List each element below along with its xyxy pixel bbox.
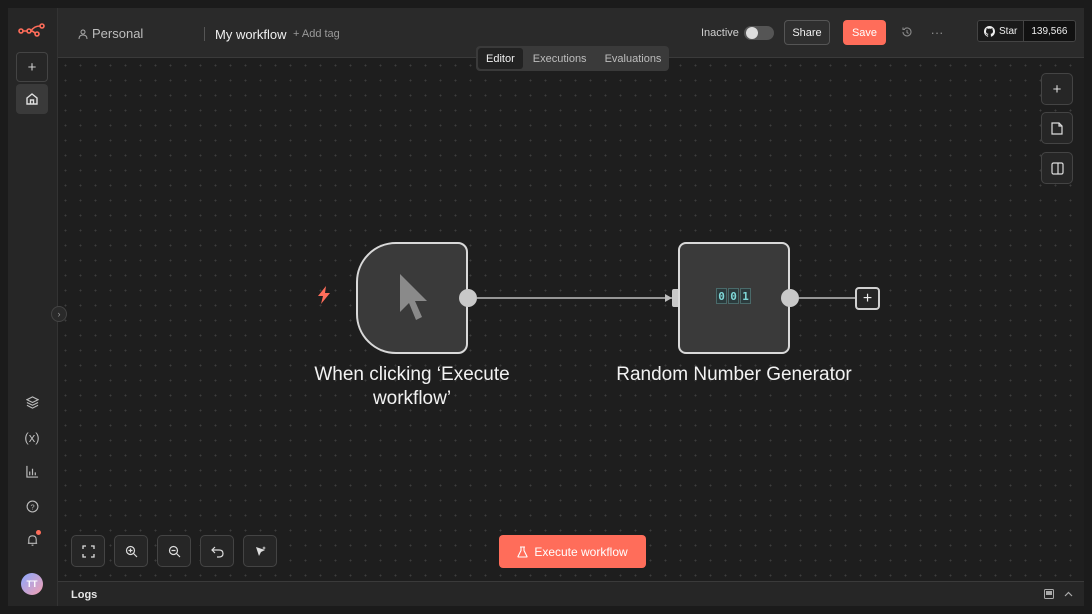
digit: 1: [740, 288, 751, 304]
add-tag-button[interactable]: + Add tag: [293, 28, 340, 40]
zoom-out-icon[interactable]: [157, 535, 191, 567]
github-star-label: Star: [999, 25, 1018, 37]
fit-view-icon[interactable]: [71, 535, 105, 567]
save-button[interactable]: Save: [843, 20, 886, 45]
notifications-icon[interactable]: [22, 530, 42, 550]
digit: 0: [716, 288, 727, 304]
flask-icon: [517, 545, 528, 558]
divider: [204, 27, 205, 41]
undo-icon[interactable]: [200, 535, 234, 567]
connection-lines: [477, 294, 855, 302]
active-toggle[interactable]: [744, 26, 774, 40]
insights-icon[interactable]: [22, 461, 42, 481]
share-button[interactable]: Share: [784, 20, 830, 45]
n8n-logo-icon[interactable]: [18, 22, 46, 38]
logs-panel[interactable]: Logs: [58, 581, 1084, 606]
help-icon[interactable]: ?: [22, 496, 42, 516]
pop-out-icon[interactable]: [1043, 588, 1055, 600]
variables-icon[interactable]: (x): [22, 427, 42, 447]
view-tabs: Editor Executions Evaluations: [476, 46, 669, 71]
notification-dot: [36, 530, 41, 535]
trigger-bolt-icon: [315, 285, 333, 311]
project-name: Personal: [92, 26, 144, 41]
tab-editor[interactable]: Editor: [478, 48, 523, 69]
status-label: Inactive: [701, 27, 739, 39]
left-sidebar: + (x) ? TT: [8, 8, 58, 606]
github-star-count: 139,566: [1023, 21, 1075, 41]
avatar[interactable]: TT: [21, 573, 43, 595]
github-star-widget[interactable]: Star 139,566: [977, 20, 1076, 42]
tab-evaluations[interactable]: Evaluations: [597, 48, 670, 69]
github-icon: [984, 25, 995, 37]
logs-label: Logs: [71, 589, 98, 601]
workflow-name[interactable]: My workflow: [215, 27, 287, 42]
add-icon[interactable]: +: [16, 52, 48, 82]
add-next-node-icon[interactable]: +: [855, 287, 880, 310]
zoom-in-icon[interactable]: [114, 535, 148, 567]
trigger-node-label: When clicking ‘Execute workflow’: [314, 364, 510, 409]
cursor-icon: [400, 274, 427, 320]
rng-output-port[interactable]: [781, 289, 799, 307]
random-number-generator-node[interactable]: 0 0 1: [678, 242, 790, 354]
more-options-icon[interactable]: ···: [928, 23, 946, 41]
trigger-output-port[interactable]: [459, 289, 477, 307]
rng-node-label: Random Number Generator: [616, 364, 852, 385]
workflow-canvas[interactable]: + When clicking ‘Execute workflow’ 0 0 1…: [58, 58, 1084, 581]
svg-text:?: ?: [30, 502, 34, 511]
execute-workflow-label: Execute workflow: [534, 544, 628, 559]
sidebar-collapse-icon[interactable]: ›: [51, 306, 67, 322]
history-icon[interactable]: [898, 23, 916, 41]
digits-icon: 0 0 1: [716, 288, 751, 304]
breadcrumb[interactable]: Personal: [78, 26, 143, 41]
execute-workflow-button[interactable]: Execute workflow: [499, 535, 646, 568]
github-star-button[interactable]: Star: [978, 21, 1024, 41]
user-icon: [78, 29, 88, 39]
chevron-up-icon[interactable]: [1062, 588, 1074, 600]
tidy-up-icon[interactable]: [243, 535, 277, 567]
digit: 0: [728, 288, 739, 304]
templates-icon[interactable]: [22, 392, 42, 412]
trigger-node[interactable]: [356, 242, 468, 354]
tab-executions[interactable]: Executions: [525, 48, 595, 69]
home-icon[interactable]: [16, 84, 48, 114]
